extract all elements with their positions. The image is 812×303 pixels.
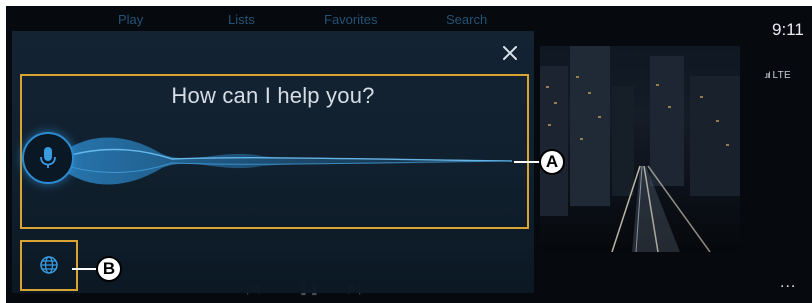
callout-b: B [96,256,122,282]
globe-icon [40,256,58,274]
album-art [540,46,740,252]
clock: 9:11 [772,20,804,39]
tab-search[interactable]: Search [446,12,487,27]
more-menu-button[interactable]: ... [780,274,796,292]
tab-lists[interactable]: Lists [228,12,255,27]
album-art-image [540,46,740,252]
microphone-icon [40,147,56,168]
tab-play[interactable]: Play [118,12,143,27]
voice-waveform [52,137,522,185]
close-icon [503,46,517,60]
language-button[interactable] [37,253,61,277]
callout-a-leader [514,161,540,163]
signal-bars-icon: .ııl [764,70,770,80]
tab-favorites[interactable]: Favorites [324,12,377,27]
close-button[interactable] [498,41,522,65]
voice-assistant-overlay: How can I help you? [12,31,534,293]
assistant-prompt: How can I help you? [171,83,375,108]
infotainment-screen: Play Lists Favorites Search 9:11 .ııl LT… [6,6,812,303]
network-status: .ııl LTE [764,70,791,81]
callout-b-leader [72,268,96,270]
microphone-button[interactable] [22,132,74,184]
callout-a: A [539,149,565,175]
network-type: LTE [772,70,792,81]
media-tab-bar: Play Lists Favorites Search [6,6,536,30]
